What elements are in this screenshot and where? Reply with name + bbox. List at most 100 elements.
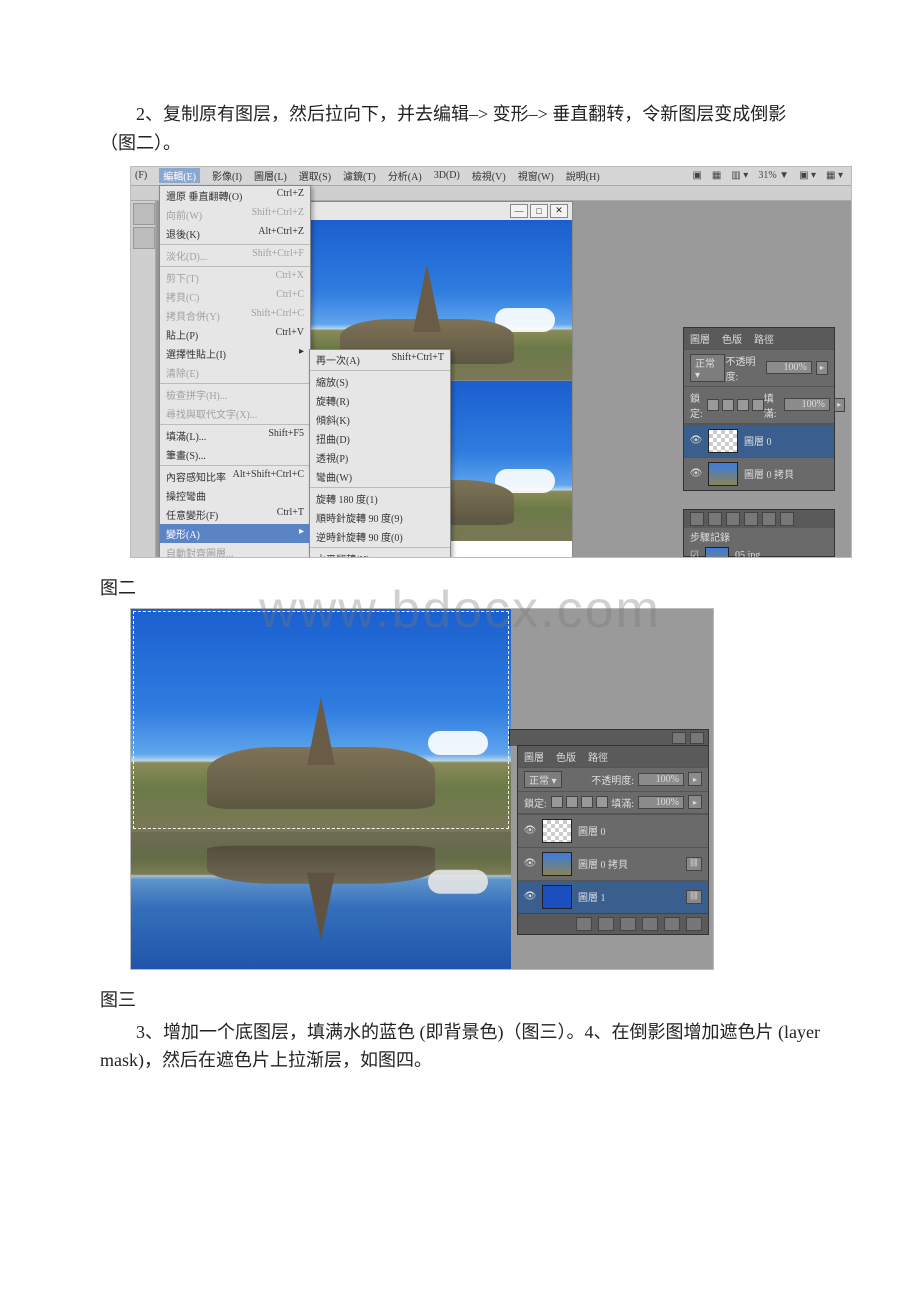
menu-item-puppet-warp[interactable]: 操控彎曲 xyxy=(160,486,310,505)
view-extra1-icon[interactable]: ▣ ▾ xyxy=(799,170,816,181)
menu-item-transform[interactable]: 變形(A)▸ xyxy=(160,524,310,543)
menu-select[interactable]: 選取(S) xyxy=(299,168,331,183)
fx-icon[interactable] xyxy=(576,917,592,931)
menu-layer[interactable]: 圖層(L) xyxy=(254,168,287,183)
menu-item-copy-merged[interactable]: 拷貝合併(Y)Shift+Ctrl+C xyxy=(160,306,310,325)
menu-view[interactable]: 檢視(V) xyxy=(472,168,506,183)
adjustment-icon[interactable] xyxy=(620,917,636,931)
menu-item-fill[interactable]: 填滿(L)...Shift+F5 xyxy=(160,426,310,445)
submenu-scale[interactable]: 縮放(S) xyxy=(310,372,450,391)
layer-row-1[interactable]: 👁 圖層 1 ⛓ xyxy=(518,880,708,913)
submenu-warp[interactable]: 彎曲(W) xyxy=(310,467,450,486)
submenu-rotate[interactable]: 旋轉(R) xyxy=(310,391,450,410)
screen-mode-icon[interactable]: ▦ xyxy=(712,170,721,181)
history-item[interactable]: ☑ 05.jpg xyxy=(684,545,834,558)
submenu-rotate-90cw[interactable]: 順時針旋轉 90 度(9) xyxy=(310,508,450,527)
menu-help[interactable]: 說明(H) xyxy=(566,168,600,183)
tool-marquee-icon[interactable] xyxy=(133,227,155,249)
menu-item-step-backward[interactable]: 退後(K)Alt+Ctrl+Z xyxy=(160,224,310,243)
menu-item-step-forward[interactable]: 向前(W)Shift+Ctrl+Z xyxy=(160,205,310,224)
submenu-distort[interactable]: 扭曲(D) xyxy=(310,429,450,448)
submenu-perspective[interactable]: 透視(P) xyxy=(310,448,450,467)
fill-arrow-icon[interactable]: ▸ xyxy=(834,398,845,412)
history-icon[interactable] xyxy=(780,512,794,526)
menu-item-content-aware-scale[interactable]: 內容感知比率Alt+Shift+Ctrl+C xyxy=(160,467,310,486)
window-minimize-button[interactable]: — xyxy=(510,204,528,218)
blend-mode-select[interactable]: 正常 ▾ xyxy=(690,354,725,382)
menu-3d[interactable]: 3D(D) xyxy=(434,170,460,181)
window-maximize-button[interactable]: □ xyxy=(530,204,548,218)
mask-icon[interactable] xyxy=(598,917,614,931)
visibility-eye-icon[interactable]: 👁 xyxy=(690,468,702,480)
panel-collapse-icon[interactable] xyxy=(672,732,686,744)
tab-layers[interactable]: 圖層 xyxy=(524,749,544,764)
tab-layers[interactable]: 圖層 xyxy=(690,331,710,346)
menu-item-fade[interactable]: 淡化(D)...Shift+Ctrl+F xyxy=(160,246,310,265)
opacity-value[interactable]: 100% xyxy=(766,361,812,374)
visibility-eye-icon[interactable]: 👁 xyxy=(524,825,536,837)
menu-item-copy[interactable]: 拷貝(C)Ctrl+C xyxy=(160,287,310,306)
delete-layer-icon[interactable] xyxy=(686,917,702,931)
submenu-rotate-180[interactable]: 旋轉 180 度(1) xyxy=(310,489,450,508)
tool-move-icon[interactable] xyxy=(133,203,155,225)
panel-collapse-bar[interactable] xyxy=(509,729,709,746)
fill-value[interactable]: 100% xyxy=(784,398,830,411)
submenu-rotate-90ccw[interactable]: 逆時針旋轉 90 度(0) xyxy=(310,527,450,546)
tab-channels[interactable]: 色版 xyxy=(722,331,742,346)
history-icon[interactable] xyxy=(708,512,722,526)
panel-menu-icon[interactable] xyxy=(690,732,704,744)
fill-arrow-icon[interactable]: ▸ xyxy=(688,795,702,809)
opacity-arrow-icon[interactable]: ▸ xyxy=(688,772,702,786)
layer-row-0-copy[interactable]: 👁 圖層 0 拷貝 ⛓ xyxy=(518,847,708,880)
visibility-eye-icon[interactable]: 👁 xyxy=(524,891,536,903)
workspace-icon[interactable]: ▣ xyxy=(692,170,701,181)
submenu-skew[interactable]: 傾斜(K) xyxy=(310,410,450,429)
layer-row-0[interactable]: 👁 圖層 0 xyxy=(684,424,834,457)
fill-value[interactable]: 100% xyxy=(638,796,684,809)
blend-mode-select[interactable]: 正常 ▾ xyxy=(524,771,562,788)
lock-controls[interactable] xyxy=(551,796,608,808)
lock-controls[interactable] xyxy=(707,399,764,411)
history-icon[interactable] xyxy=(726,512,740,526)
history-panel-icons xyxy=(690,512,794,526)
submenu-flip-horizontal[interactable]: 水平翻轉(H) xyxy=(310,549,450,558)
tab-paths[interactable]: 路徑 xyxy=(754,331,774,346)
tab-paths[interactable]: 路徑 xyxy=(588,749,608,764)
menu-analysis[interactable]: 分析(A) xyxy=(388,168,422,183)
history-icon[interactable] xyxy=(762,512,776,526)
menu-file[interactable]: (F) xyxy=(135,170,147,181)
layer-link-icon[interactable]: ⛓ xyxy=(686,890,702,904)
menu-image[interactable]: 影像(I) xyxy=(212,168,242,183)
visibility-eye-icon[interactable]: 👁 xyxy=(524,858,536,870)
menu-item-find-replace[interactable]: 尋找與取代文字(X)... xyxy=(160,404,310,423)
arrange-icon[interactable]: ▥ ▾ xyxy=(731,170,748,181)
layer-row-0[interactable]: 👁 圖層 0 xyxy=(518,814,708,847)
history-icon[interactable] xyxy=(744,512,758,526)
zoom-level[interactable]: 31% ▼ xyxy=(758,170,789,181)
menu-item-paste[interactable]: 貼上(P)Ctrl+V xyxy=(160,325,310,344)
menu-item-cut[interactable]: 剪下(T)Ctrl+X xyxy=(160,268,310,287)
menu-filter[interactable]: 濾鏡(T) xyxy=(343,168,376,183)
menu-edit[interactable]: 編輯(E) xyxy=(159,168,200,183)
menu-item-undo[interactable]: 還原 垂直翻轉(O)Ctrl+Z xyxy=(160,186,310,205)
opacity-value[interactable]: 100% xyxy=(638,773,684,786)
history-icon[interactable] xyxy=(690,512,704,526)
layer-row-0-copy[interactable]: 👁 圖層 0 拷貝 xyxy=(684,457,834,490)
menu-item-stroke[interactable]: 筆畫(S)... xyxy=(160,445,310,464)
menu-window[interactable]: 視窗(W) xyxy=(518,168,554,183)
menu-item-paste-special[interactable]: 選擇性貼上(I)▸ xyxy=(160,344,310,363)
menu-item-check-spelling[interactable]: 檢查拼字(H)... xyxy=(160,385,310,404)
opacity-arrow-icon[interactable]: ▸ xyxy=(816,361,828,375)
group-icon[interactable] xyxy=(642,917,658,931)
menu-item-auto-align[interactable]: 自動對齊圖層... xyxy=(160,543,310,558)
submenu-again[interactable]: 再一次(A)Shift+Ctrl+T xyxy=(310,350,450,369)
menu-item-free-transform[interactable]: 任意變形(F)Ctrl+T xyxy=(160,505,310,524)
window-close-button[interactable]: ✕ xyxy=(550,204,568,218)
menu-item-clear[interactable]: 清除(E) xyxy=(160,363,310,382)
view-extra2-icon[interactable]: ▦ ▾ xyxy=(826,170,843,181)
visibility-eye-icon[interactable]: 👁 xyxy=(690,435,702,447)
new-layer-icon[interactable] xyxy=(664,917,680,931)
layer-link-icon[interactable]: ⛓ xyxy=(686,857,702,871)
layer-name: 圖層 1 xyxy=(578,889,606,904)
tab-channels[interactable]: 色版 xyxy=(556,749,576,764)
